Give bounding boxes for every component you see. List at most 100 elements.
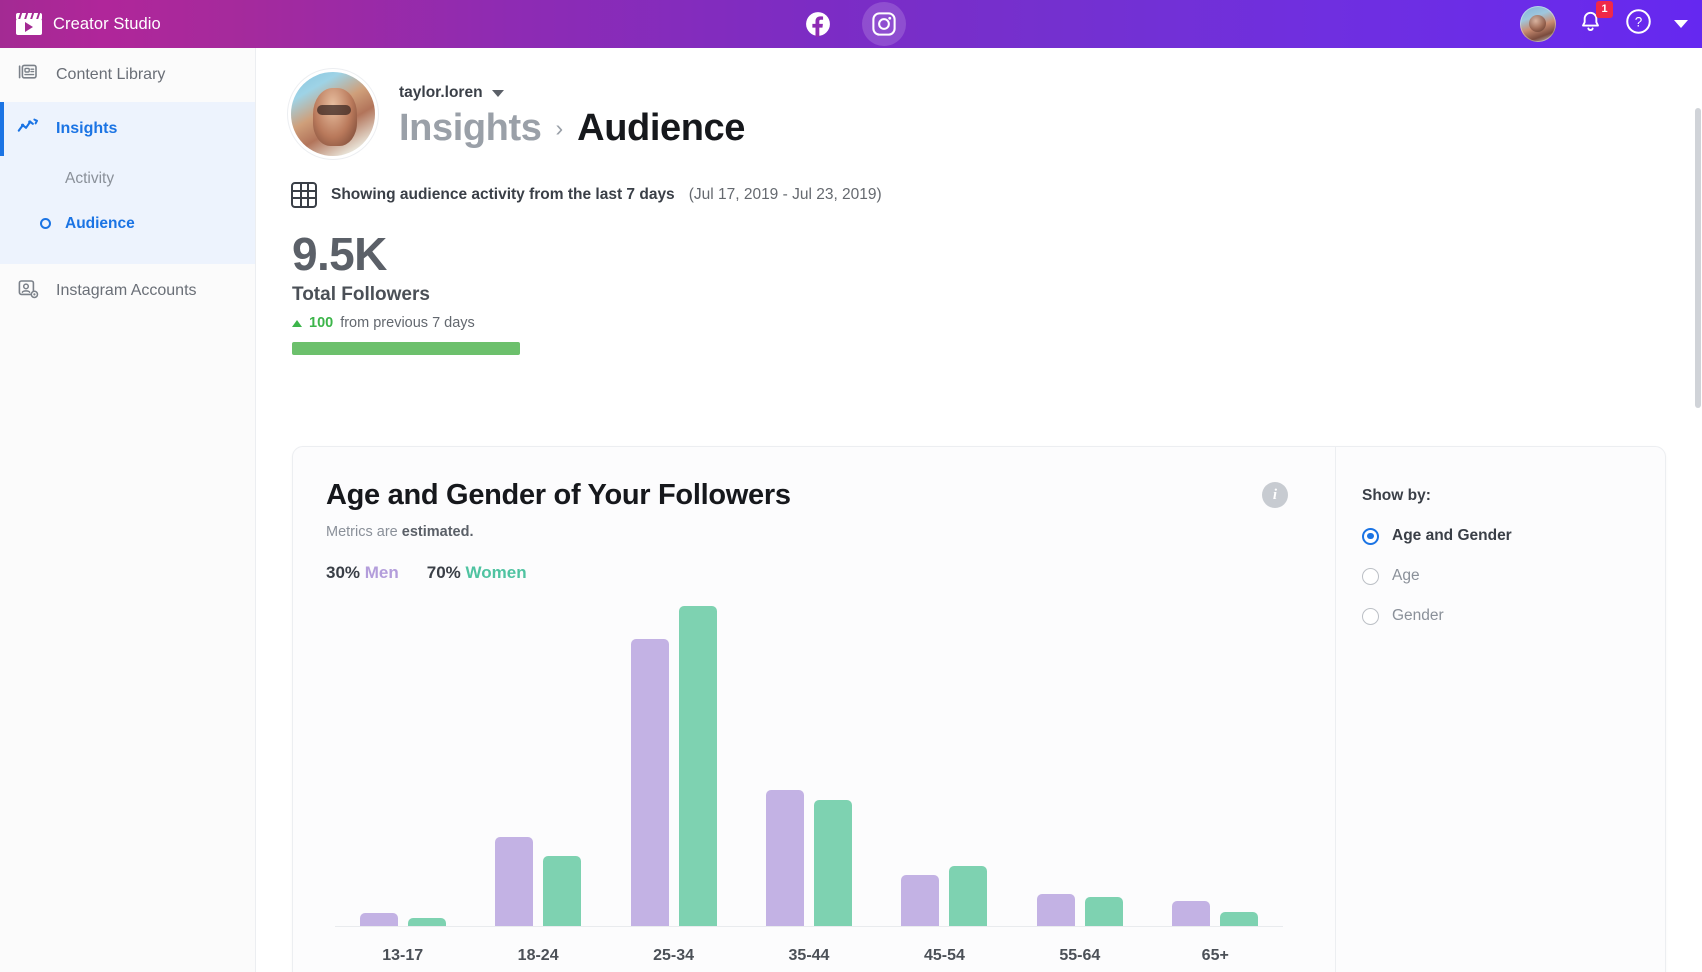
x-axis-label: 55-64	[1059, 947, 1101, 964]
instagram-accounts-icon	[16, 277, 40, 306]
radio-gender[interactable]: Gender	[1362, 607, 1665, 625]
radio-icon	[1362, 607, 1379, 625]
age-gender-bar-chart: 13-17 18-24 25-34 35-44 45-54 55-64 65+	[313, 587, 1305, 972]
bar-women-18-24[interactable]	[543, 856, 582, 927]
date-range-row[interactable]: Showing audience activity from the last …	[256, 156, 1702, 208]
account-handle: taylor.loren	[399, 84, 483, 101]
legend-women-label: Women	[465, 563, 527, 582]
bar-men-35-44[interactable]	[765, 790, 804, 927]
sidebar-item-content-library[interactable]: Content Library	[0, 48, 255, 102]
profile-avatar[interactable]	[291, 72, 375, 156]
sidebar: Content Library Insights Activity Audien…	[0, 48, 256, 972]
page-header: taylor.loren Insights › Audience	[256, 48, 1702, 156]
sidebar-item-insights[interactable]: Insights	[0, 102, 255, 156]
help-button[interactable]: ?	[1625, 8, 1652, 40]
sidebar-subitem-label: Activity	[65, 169, 115, 187]
bar-women-35-44[interactable]	[813, 799, 852, 927]
account-chevron-down-icon[interactable]	[491, 89, 504, 97]
stat-label: Total Followers	[292, 284, 430, 306]
channel-switcher	[796, 2, 906, 46]
age-gender-card: Age and Gender of Your Followers Metrics…	[292, 446, 1666, 972]
bar-group	[335, 587, 470, 927]
bar-group	[877, 587, 1012, 927]
calendar-icon	[291, 182, 317, 208]
stat-value: 9.5K	[292, 228, 387, 280]
bar-women-25-34[interactable]	[678, 605, 717, 927]
sidebar-item-label: Instagram Accounts	[56, 282, 197, 299]
legend-item-men: 30% Men	[326, 563, 399, 583]
chart-legend: 30% Men 70% Women	[326, 563, 1335, 583]
stat-delta-value: 100	[309, 315, 334, 332]
sidebar-subitem-label: Audience	[65, 214, 135, 232]
sidebar-group-insights: Insights Activity Audience	[0, 102, 255, 264]
brand-logo[interactable]: Creator Studio	[0, 13, 161, 35]
top-navigation-bar: Creator Studio 1 ?	[0, 0, 1702, 48]
sidebar-item-audience[interactable]: Audience	[0, 201, 255, 246]
notifications-button[interactable]: 1	[1578, 0, 1613, 40]
brand-label: Creator Studio	[53, 14, 161, 33]
user-avatar-small[interactable]	[1520, 6, 1556, 42]
radio-icon	[1362, 567, 1379, 585]
total-followers-stat: 9.5K Total Followers 100 from previous 7…	[256, 208, 1702, 356]
bar-group	[1148, 587, 1283, 927]
sidebar-group-spacer	[0, 246, 255, 264]
card-main: Age and Gender of Your Followers Metrics…	[293, 447, 1335, 972]
svg-text:?: ?	[1635, 15, 1643, 30]
card-subtitle: Metrics are estimated.	[326, 524, 1335, 540]
notification-badge: 1	[1596, 0, 1613, 18]
app-root: Creator Studio 1 ? Content Library Insig…	[0, 0, 1702, 972]
bar-women-45-54[interactable]	[949, 865, 988, 927]
bar-groups	[335, 587, 1283, 927]
x-axis-label: 18-24	[517, 947, 559, 964]
chart-plot-area	[335, 587, 1283, 927]
account-selector[interactable]: taylor.loren	[399, 84, 745, 102]
main-content: taylor.loren Insights › Audience Showing…	[256, 48, 1702, 972]
stat-progress-bar	[292, 342, 520, 356]
card-subtitle-plain: Metrics are	[326, 524, 402, 540]
bar-men-18-24[interactable]	[495, 837, 534, 927]
page-title: Audience	[577, 107, 745, 149]
clapperboard-icon	[16, 13, 42, 35]
breadcrumb-insights[interactable]: Insights	[399, 107, 542, 150]
sidebar-item-activity[interactable]: Activity	[0, 156, 255, 201]
legend-women-pct: 70%	[426, 563, 461, 582]
x-axis-label: 65+	[1201, 947, 1229, 964]
radio-icon	[1362, 527, 1379, 545]
bar-group	[741, 587, 876, 927]
bar-men-25-34[interactable]	[630, 638, 669, 927]
legend-item-women: 70% Women	[427, 563, 527, 583]
instagram-icon[interactable]	[862, 2, 906, 46]
sidebar-item-instagram-accounts[interactable]: Instagram Accounts	[0, 264, 255, 318]
header-text-block: taylor.loren Insights › Audience	[399, 72, 745, 150]
date-range-dates: (Jul 17, 2019 - Jul 23, 2019)	[688, 186, 882, 203]
sidebar-item-label: Content Library	[56, 66, 166, 83]
page-scrollbar[interactable]	[1694, 48, 1702, 972]
date-range-text: Showing audience activity from the last …	[331, 186, 675, 203]
x-axis-label: 13-17	[382, 947, 424, 964]
radio-age[interactable]: Age	[1362, 567, 1665, 585]
selected-dot-icon	[40, 218, 51, 229]
chart-axis-line	[335, 925, 1283, 927]
info-icon[interactable]: i	[1262, 482, 1288, 508]
card-subtitle-bold: estimated.	[401, 524, 474, 540]
bar-group	[470, 587, 605, 927]
insights-chart-icon	[16, 115, 40, 144]
facebook-icon[interactable]	[796, 2, 840, 46]
radio-label: Age and Gender	[1392, 527, 1512, 544]
radio-label: Gender	[1392, 607, 1444, 624]
bar-men-65+[interactable]	[1172, 900, 1211, 927]
bar-women-55-64[interactable]	[1084, 896, 1123, 927]
account-menu-chevron-down-icon[interactable]	[1674, 20, 1688, 28]
bar-men-55-64[interactable]	[1036, 893, 1075, 927]
radio-label: Age	[1392, 567, 1420, 584]
radio-age-and-gender[interactable]: Age and Gender	[1362, 527, 1665, 545]
legend-men-label: Men	[364, 563, 399, 582]
x-axis-label: 35-44	[788, 947, 830, 964]
breadcrumb-separator: ›	[555, 115, 564, 141]
show-by-title: Show by:	[1362, 487, 1431, 504]
bar-group	[1012, 587, 1147, 927]
bar-men-45-54[interactable]	[901, 875, 940, 927]
scrollbar-thumb[interactable]	[1695, 108, 1701, 408]
sidebar-item-label: Insights	[56, 120, 118, 137]
